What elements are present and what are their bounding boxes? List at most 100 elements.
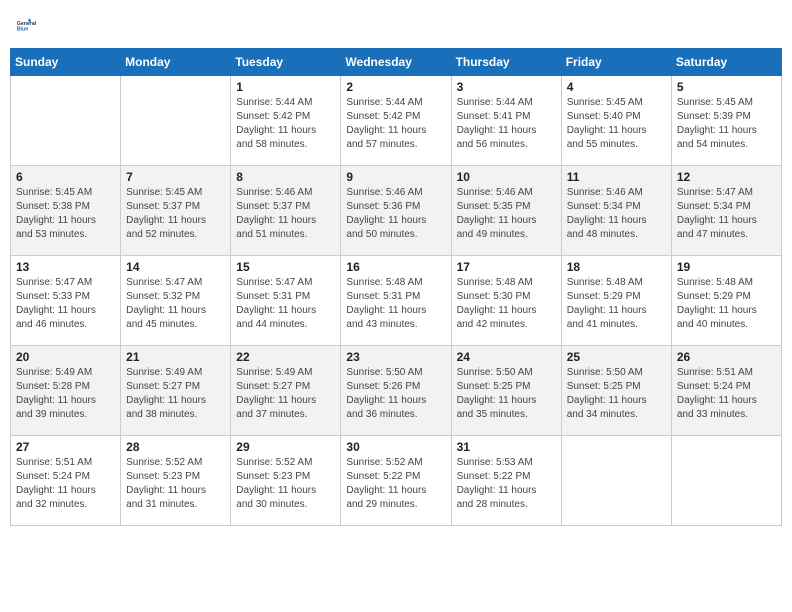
day-number: 15 [236, 260, 335, 274]
day-number: 2 [346, 80, 445, 94]
day-info: Sunrise: 5:46 AMSunset: 5:36 PMDaylight:… [346, 186, 445, 242]
logo-icon: General Blue [16, 10, 46, 40]
day-number: 22 [236, 350, 335, 364]
calendar-cell [671, 436, 781, 526]
day-header-saturday: Saturday [671, 49, 781, 76]
day-info: Sunrise: 5:50 AMSunset: 5:25 PMDaylight:… [567, 366, 666, 422]
day-info: Sunrise: 5:52 AMSunset: 5:23 PMDaylight:… [236, 456, 335, 512]
day-number: 10 [457, 170, 556, 184]
calendar-week-4: 20 Sunrise: 5:49 AMSunset: 5:28 PMDayligh… [11, 346, 782, 436]
day-info: Sunrise: 5:51 AMSunset: 5:24 PMDaylight:… [677, 366, 776, 422]
day-info: Sunrise: 5:45 AMSunset: 5:37 PMDaylight:… [126, 186, 225, 242]
day-number: 16 [346, 260, 445, 274]
day-number: 31 [457, 440, 556, 454]
day-info: Sunrise: 5:48 AMSunset: 5:30 PMDaylight:… [457, 276, 556, 332]
day-number: 28 [126, 440, 225, 454]
calendar-cell: 19Sunrise: 5:48 AMSunset: 5:29 PMDayligh… [671, 256, 781, 346]
day-number: 30 [346, 440, 445, 454]
calendar: SundayMondayTuesdayWednesdayThursdayFrid… [10, 48, 782, 526]
calendar-cell: 2 Sunrise: 5:44 AMSunset: 5:42 PMDaylight… [341, 76, 451, 166]
day-info: Sunrise: 5:52 AMSunset: 5:23 PMDaylight:… [126, 456, 225, 512]
svg-text:Blue: Blue [17, 26, 28, 32]
day-number: 3 [457, 80, 556, 94]
day-number: 1 [236, 80, 335, 94]
day-number: 29 [236, 440, 335, 454]
calendar-cell: 22 Sunrise: 5:49 AMSunset: 5:27 PMDayligh… [231, 346, 341, 436]
calendar-cell [11, 76, 121, 166]
calendar-cell: 9 Sunrise: 5:46 AMSunset: 5:36 PMDaylight… [341, 166, 451, 256]
calendar-cell: 23 Sunrise: 5:50 AMSunset: 5:26 PMDayligh… [341, 346, 451, 436]
day-info: Sunrise: 5:49 AMSunset: 5:27 PMDaylight:… [236, 366, 335, 422]
day-number: 24 [457, 350, 556, 364]
calendar-cell: 1 Sunrise: 5:44 AMSunset: 5:42 PMDaylight… [231, 76, 341, 166]
logo: General Blue [14, 10, 46, 40]
page-header: General Blue [10, 10, 782, 40]
calendar-cell: 18 Sunrise: 5:48 AMSunset: 5:29 PMDayligh… [561, 256, 671, 346]
day-number: 9 [346, 170, 445, 184]
day-number: 6 [16, 170, 115, 184]
day-info: Sunrise: 5:51 AMSunset: 5:24 PMDaylight:… [16, 456, 115, 512]
calendar-cell: 11 Sunrise: 5:46 AMSunset: 5:34 PMDayligh… [561, 166, 671, 256]
day-info: Sunrise: 5:44 AMSunset: 5:41 PMDaylight:… [457, 96, 556, 152]
day-number: 18 [567, 260, 666, 274]
day-info: Sunrise: 5:45 AMSunset: 5:39 PMDaylight:… [677, 96, 776, 152]
day-info: Sunrise: 5:48 AMSunset: 5:29 PMDaylight:… [677, 276, 776, 332]
calendar-cell: 16 Sunrise: 5:48 AMSunset: 5:31 PMDayligh… [341, 256, 451, 346]
calendar-week-2: 6 Sunrise: 5:45 AMSunset: 5:38 PMDaylight… [11, 166, 782, 256]
day-number: 17 [457, 260, 556, 274]
day-info: Sunrise: 5:50 AMSunset: 5:25 PMDaylight:… [457, 366, 556, 422]
day-header-sunday: Sunday [11, 49, 121, 76]
day-info: Sunrise: 5:49 AMSunset: 5:27 PMDaylight:… [126, 366, 225, 422]
day-info: Sunrise: 5:45 AMSunset: 5:40 PMDaylight:… [567, 96, 666, 152]
calendar-cell: 25 Sunrise: 5:50 AMSunset: 5:25 PMDayligh… [561, 346, 671, 436]
day-info: Sunrise: 5:49 AMSunset: 5:28 PMDaylight:… [16, 366, 115, 422]
day-info: Sunrise: 5:48 AMSunset: 5:29 PMDaylight:… [567, 276, 666, 332]
calendar-cell: 31 Sunrise: 5:53 AMSunset: 5:22 PMDayligh… [451, 436, 561, 526]
day-number: 11 [567, 170, 666, 184]
calendar-cell: 12Sunrise: 5:47 AMSunset: 5:34 PMDayligh… [671, 166, 781, 256]
day-header-monday: Monday [121, 49, 231, 76]
day-number: 25 [567, 350, 666, 364]
calendar-cell: 6 Sunrise: 5:45 AMSunset: 5:38 PMDaylight… [11, 166, 121, 256]
calendar-cell: 10Sunrise: 5:46 AMSunset: 5:35 PMDayligh… [451, 166, 561, 256]
day-header-thursday: Thursday [451, 49, 561, 76]
day-number: 5 [677, 80, 776, 94]
day-number: 21 [126, 350, 225, 364]
day-info: Sunrise: 5:46 AMSunset: 5:34 PMDaylight:… [567, 186, 666, 242]
calendar-cell: 3 Sunrise: 5:44 AMSunset: 5:41 PMDaylight… [451, 76, 561, 166]
day-info: Sunrise: 5:46 AMSunset: 5:37 PMDaylight:… [236, 186, 335, 242]
day-info: Sunrise: 5:50 AMSunset: 5:26 PMDaylight:… [346, 366, 445, 422]
day-header-wednesday: Wednesday [341, 49, 451, 76]
calendar-cell: 27 Sunrise: 5:51 AMSunset: 5:24 PMDayligh… [11, 436, 121, 526]
day-header-tuesday: Tuesday [231, 49, 341, 76]
calendar-cell: 30 Sunrise: 5:52 AMSunset: 5:22 PMDayligh… [341, 436, 451, 526]
day-number: 7 [126, 170, 225, 184]
day-info: Sunrise: 5:45 AMSunset: 5:38 PMDaylight:… [16, 186, 115, 242]
day-info: Sunrise: 5:53 AMSunset: 5:22 PMDaylight:… [457, 456, 556, 512]
day-number: 27 [16, 440, 115, 454]
day-info: Sunrise: 5:44 AMSunset: 5:42 PMDaylight:… [236, 96, 335, 152]
day-info: Sunrise: 5:47 AMSunset: 5:31 PMDaylight:… [236, 276, 335, 332]
calendar-cell: 13 Sunrise: 5:47 AMSunset: 5:33 PMDayligh… [11, 256, 121, 346]
day-info: Sunrise: 5:47 AMSunset: 5:34 PMDaylight:… [677, 186, 776, 242]
day-info: Sunrise: 5:52 AMSunset: 5:22 PMDaylight:… [346, 456, 445, 512]
calendar-cell: 20 Sunrise: 5:49 AMSunset: 5:28 PMDayligh… [11, 346, 121, 436]
day-number: 20 [16, 350, 115, 364]
calendar-cell: 21 Sunrise: 5:49 AMSunset: 5:27 PMDayligh… [121, 346, 231, 436]
calendar-cell: 14Sunrise: 5:47 AMSunset: 5:32 PMDayligh… [121, 256, 231, 346]
calendar-cell: 8 Sunrise: 5:46 AMSunset: 5:37 PMDaylight… [231, 166, 341, 256]
day-number: 8 [236, 170, 335, 184]
day-info: Sunrise: 5:44 AMSunset: 5:42 PMDaylight:… [346, 96, 445, 152]
day-info: Sunrise: 5:47 AMSunset: 5:32 PMDaylight:… [126, 276, 225, 332]
calendar-cell: 26Sunrise: 5:51 AMSunset: 5:24 PMDayligh… [671, 346, 781, 436]
calendar-cell: 28 Sunrise: 5:52 AMSunset: 5:23 PMDayligh… [121, 436, 231, 526]
day-number: 13 [16, 260, 115, 274]
day-header-friday: Friday [561, 49, 671, 76]
calendar-week-1: 1 Sunrise: 5:44 AMSunset: 5:42 PMDaylight… [11, 76, 782, 166]
day-number: 23 [346, 350, 445, 364]
day-info: Sunrise: 5:48 AMSunset: 5:31 PMDaylight:… [346, 276, 445, 332]
day-number: 4 [567, 80, 666, 94]
calendar-week-5: 27 Sunrise: 5:51 AMSunset: 5:24 PMDayligh… [11, 436, 782, 526]
day-info: Sunrise: 5:47 AMSunset: 5:33 PMDaylight:… [16, 276, 115, 332]
calendar-cell: 29 Sunrise: 5:52 AMSunset: 5:23 PMDayligh… [231, 436, 341, 526]
